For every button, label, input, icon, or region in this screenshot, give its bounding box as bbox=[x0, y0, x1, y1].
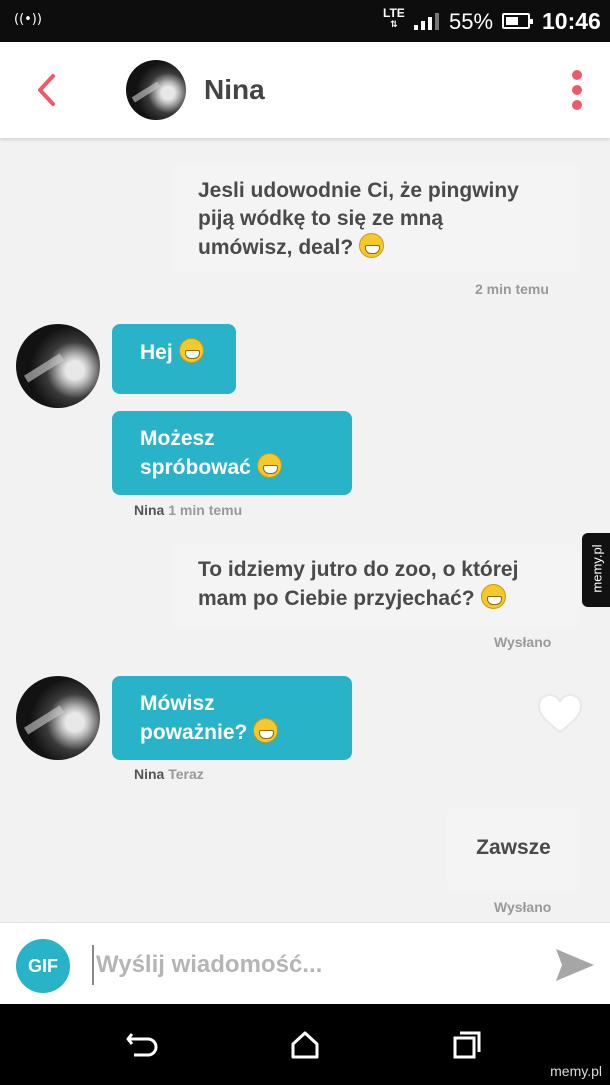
message-bubble-outgoing[interactable]: Zawsze bbox=[447, 808, 580, 892]
chat-header: Nina bbox=[0, 42, 610, 138]
message-list: Jesli udowodnie Ci, że pingwiny piją wód… bbox=[0, 138, 610, 922]
message-status: Wysłano bbox=[494, 899, 552, 915]
watermark-corner: memy.pl bbox=[550, 1063, 602, 1079]
grinning-emoji-icon bbox=[256, 453, 282, 478]
signal-icon bbox=[414, 13, 439, 30]
sender-name: Nina bbox=[134, 766, 165, 782]
recent-apps-icon[interactable] bbox=[452, 1030, 482, 1060]
gif-button[interactable]: GIF bbox=[16, 939, 70, 993]
message-input[interactable] bbox=[92, 945, 522, 985]
grimacing-emoji-icon bbox=[480, 584, 506, 609]
sender-avatar[interactable] bbox=[16, 676, 100, 760]
message-bubble-outgoing[interactable]: Jesli udowodnie Ci, że pingwiny piją wód… bbox=[172, 165, 580, 273]
message-text: Mówisz poważnie? bbox=[140, 692, 248, 744]
more-options-icon[interactable] bbox=[566, 68, 590, 112]
sender-name: Nina bbox=[134, 502, 165, 518]
message-bubble-outgoing[interactable]: To idziemy jutro do zoo, o której mam po… bbox=[172, 544, 580, 628]
clock: 10:46 bbox=[542, 8, 601, 34]
lte-indicator: LTE ⇅ bbox=[383, 6, 405, 29]
message-timestamp: 2 min temu bbox=[475, 281, 549, 297]
contact-avatar[interactable] bbox=[126, 60, 186, 120]
message-timestamp: 1 min temu bbox=[168, 502, 243, 518]
message-meta: Nina Teraz bbox=[134, 766, 204, 782]
message-text: Zawsze bbox=[476, 836, 551, 859]
contact-name[interactable]: Nina bbox=[204, 74, 265, 106]
battery-percent: 55% bbox=[449, 9, 494, 34]
system-nav-bar bbox=[0, 1004, 610, 1085]
message-text: Możesz spróbować bbox=[140, 427, 251, 479]
message-status: Wysłano bbox=[494, 634, 552, 650]
grimacing-emoji-icon bbox=[359, 233, 385, 258]
sender-avatar[interactable] bbox=[16, 324, 100, 408]
message-text: To idziemy jutro do zoo, o której mam po… bbox=[198, 558, 519, 610]
watermark-side: memy.pl bbox=[582, 533, 610, 607]
message-bubble-incoming[interactable]: Hej bbox=[112, 324, 236, 394]
message-composer: GIF bbox=[0, 922, 610, 1004]
battery-icon bbox=[502, 13, 533, 29]
grinning-emoji-icon bbox=[178, 338, 204, 363]
hotspot-icon: ((•)) bbox=[14, 12, 42, 27]
message-timestamp: Teraz bbox=[168, 766, 204, 782]
message-meta: Nina 1 min temu bbox=[134, 502, 242, 518]
back-nav-icon[interactable] bbox=[126, 1030, 158, 1060]
send-icon[interactable] bbox=[554, 947, 596, 983]
message-bubble-incoming[interactable]: Możesz spróbować bbox=[112, 411, 352, 495]
back-arrow-icon[interactable] bbox=[28, 70, 68, 110]
message-bubble-incoming[interactable]: Mówisz poważnie? bbox=[112, 676, 352, 760]
grinning-emoji-icon bbox=[253, 718, 279, 743]
like-heart-icon[interactable] bbox=[537, 693, 583, 735]
chat-screen: ((•)) LTE ⇅ 55% 10:46 Nina Jesli udowodni… bbox=[0, 0, 610, 1085]
message-text: Hej bbox=[140, 341, 173, 364]
home-nav-icon[interactable] bbox=[290, 1030, 320, 1060]
status-bar: ((•)) LTE ⇅ 55% 10:46 bbox=[0, 0, 610, 42]
